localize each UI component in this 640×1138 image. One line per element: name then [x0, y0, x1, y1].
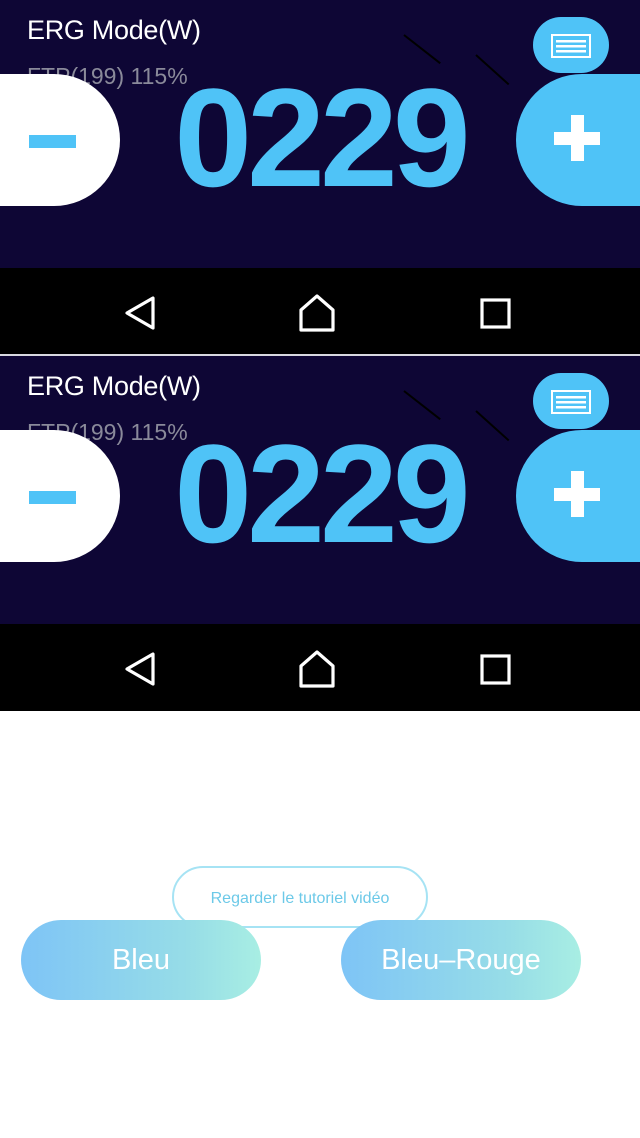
screenshot-panel-2: ERG Mode(W) FTP(199) 115% 0229 [0, 356, 640, 711]
back-triangle-icon [125, 652, 155, 686]
minus-icon [29, 135, 76, 148]
system-navigation-bar [0, 624, 640, 710]
recent-apps-button[interactable] [475, 649, 515, 689]
erg-app-area: ERG Mode(W) FTP(199) 115% 0229 [0, 356, 640, 624]
system-navigation-bar [0, 268, 640, 354]
option-blue-button[interactable]: Bleu [21, 920, 261, 1000]
back-button[interactable] [120, 649, 160, 689]
minus-icon [29, 491, 76, 504]
home-button[interactable] [297, 293, 337, 333]
decorative-stroke [475, 410, 510, 442]
recent-apps-button[interactable] [475, 293, 515, 333]
menu-icon [551, 390, 591, 414]
power-value: 0229 [174, 59, 470, 216]
screenshot-panel-1: ERG Mode(W) FTP(199) 115% 0229 [0, 0, 640, 355]
plus-icon-vertical [571, 115, 584, 161]
menu-button[interactable] [533, 373, 609, 429]
home-icon [299, 294, 335, 332]
plus-icon-vertical [571, 471, 584, 517]
menu-icon [551, 34, 591, 58]
decrease-button[interactable] [0, 74, 120, 206]
decrease-button[interactable] [0, 430, 120, 562]
increase-button[interactable] [516, 74, 640, 206]
increase-button[interactable] [516, 430, 640, 562]
recent-apps-icon [480, 654, 511, 685]
erg-app-area: ERG Mode(W) FTP(199) 115% 0229 [0, 0, 640, 268]
home-icon [299, 650, 335, 688]
back-button[interactable] [120, 293, 160, 333]
watch-tutorial-button[interactable]: Regarder le tutoriel vidéo [172, 866, 428, 928]
mode-title: ERG Mode(W) [27, 371, 201, 401]
back-triangle-icon [125, 296, 155, 330]
mode-title: ERG Mode(W) [27, 15, 201, 45]
power-value: 0229 [174, 415, 470, 572]
home-button[interactable] [297, 649, 337, 689]
recent-apps-icon [480, 298, 511, 329]
decorative-stroke [475, 54, 510, 86]
menu-button[interactable] [533, 17, 609, 73]
option-blue-red-button[interactable]: Bleu–Rouge [341, 920, 581, 1000]
